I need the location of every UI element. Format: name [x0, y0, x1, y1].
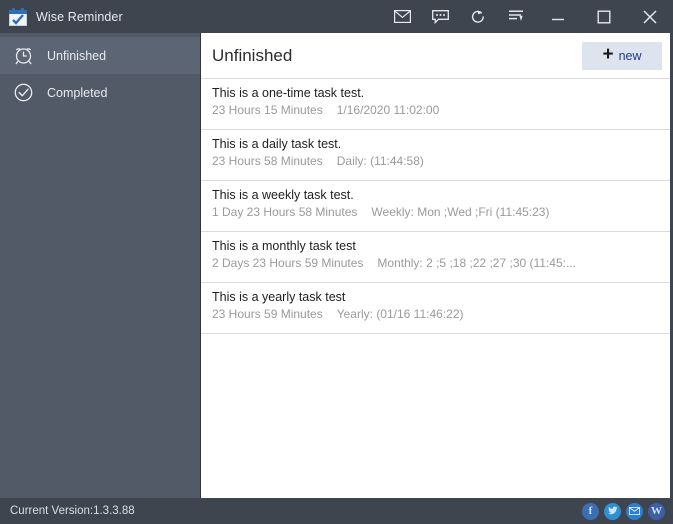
social-links: f W	[582, 502, 665, 520]
task-meta: 23 Hours 58 Minutes Daily: (11:44:58)	[212, 154, 670, 168]
maximize-icon[interactable]	[581, 0, 627, 33]
task-title: This is a daily task test.	[212, 137, 342, 151]
app-title: Wise Reminder	[36, 9, 123, 24]
new-button-label: new	[618, 48, 642, 63]
content-panel: Unfinished + new This is a one-time task…	[200, 33, 670, 498]
sidebar-item-completed[interactable]: Completed	[0, 74, 200, 111]
task-title: This is a monthly task test	[212, 239, 356, 253]
status-bar: Current Version:1.3.3.88 f W	[0, 498, 673, 524]
sidebar-item-unfinished[interactable]: Unfinished	[0, 37, 200, 74]
weibo-icon[interactable]: W	[648, 502, 665, 520]
task-schedule: Yearly: (01/16 11:46:22)	[336, 307, 464, 321]
task-schedule: Daily: (11:44:58)	[336, 154, 424, 168]
menu-list-icon[interactable]	[497, 0, 535, 33]
close-icon[interactable]	[627, 0, 673, 33]
facebook-letter: f	[588, 504, 593, 517]
task-list[interactable]: This is a one-time task test. 23 Hours 1…	[201, 78, 670, 498]
sidebar: Unfinished Completed	[0, 33, 200, 498]
task-remaining: 2 Days 23 Hours 59 Minutes	[212, 256, 364, 270]
task-meta: 23 Hours 15 Minutes 1/16/2020 11:02:00	[212, 103, 670, 117]
task-schedule: Monthly: 2 ;5 ;18 ;22 ;27 ;30 (11:45:...	[377, 256, 576, 270]
task-meta: 1 Day 23 Hours 58 Minutes Weekly: Mon ;W…	[212, 205, 670, 219]
twitter-icon[interactable]	[604, 502, 621, 520]
mail-icon[interactable]	[383, 0, 421, 33]
table-row[interactable]: This is a monthly task test 2 Days 23 Ho…	[201, 232, 670, 283]
plus-icon: +	[602, 44, 614, 65]
weibo-letter: W	[651, 504, 662, 517]
task-remaining: 1 Day 23 Hours 58 Minutes	[212, 205, 358, 219]
email-icon[interactable]	[626, 502, 643, 520]
sidebar-item-label: Completed	[47, 85, 108, 100]
task-meta: 2 Days 23 Hours 59 Minutes Monthly: 2 ;5…	[212, 256, 670, 270]
feedback-icon[interactable]	[421, 0, 459, 33]
sidebar-item-label: Unfinished	[47, 48, 107, 63]
task-meta: 23 Hours 59 Minutes Yearly: (01/16 11:46…	[212, 307, 670, 321]
page-title: Unfinished	[212, 45, 293, 65]
alarm-clock-icon	[12, 45, 34, 67]
task-title: This is a yearly task test	[212, 290, 346, 304]
task-title: This is a one-time task test.	[212, 86, 365, 100]
task-remaining: 23 Hours 15 Minutes	[212, 103, 323, 117]
table-row[interactable]: This is a weekly task test. 1 Day 23 Hou…	[201, 181, 670, 232]
content-header: Unfinished + new	[201, 33, 670, 78]
minimize-icon[interactable]	[535, 0, 581, 33]
task-schedule: Weekly: Mon ;Wed ;Fri (11:45:23)	[371, 205, 550, 219]
table-row[interactable]: This is a daily task test. 23 Hours 58 M…	[201, 130, 670, 181]
task-schedule: 1/16/2020 11:02:00	[336, 103, 440, 117]
check-circle-icon	[12, 82, 34, 104]
body-area: Unfinished Completed Unfinished + new Th…	[0, 33, 673, 498]
table-row[interactable]: This is a yearly task test 23 Hours 59 M…	[201, 283, 670, 334]
task-remaining: 23 Hours 59 Minutes	[212, 307, 323, 321]
add-new-task-button[interactable]: + new	[582, 41, 662, 70]
refresh-icon[interactable]	[459, 0, 497, 33]
table-row[interactable]: This is a one-time task test. 23 Hours 1…	[201, 79, 670, 130]
task-remaining: 23 Hours 58 Minutes	[212, 154, 323, 168]
task-title: This is a weekly task test.	[212, 188, 354, 202]
facebook-icon[interactable]: f	[582, 502, 599, 520]
calendar-check-icon	[9, 7, 27, 26]
app-window: Wise Reminder Unfinished Completed Unfin…	[0, 0, 673, 524]
version-label: Current Version:1.3.3.88	[10, 505, 135, 517]
title-bar: Wise Reminder	[0, 0, 673, 33]
